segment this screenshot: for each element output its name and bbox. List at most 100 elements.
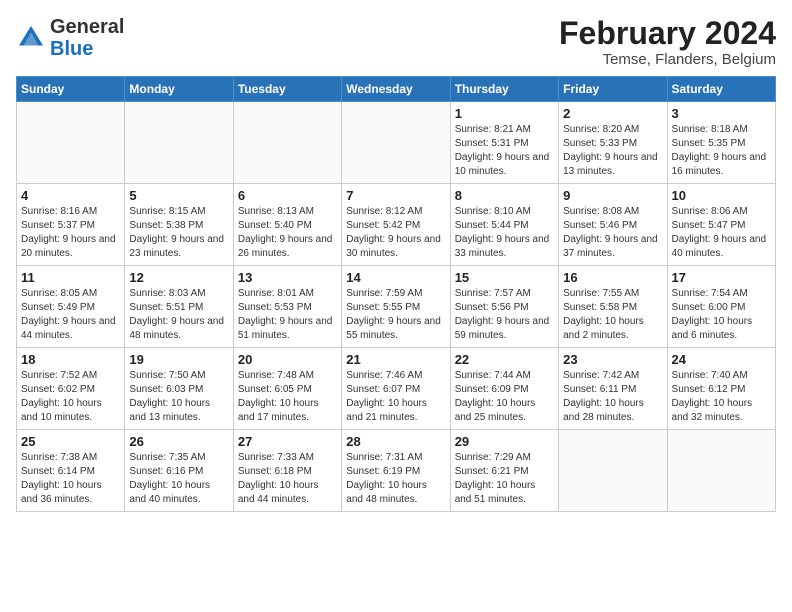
day-info: Sunrise: 8:01 AM Sunset: 5:53 PM Dayligh… xyxy=(238,287,337,343)
day-number: 25 xyxy=(21,434,120,449)
calendar-cell: 14Sunrise: 7:59 AM Sunset: 5:55 PM Dayli… xyxy=(342,266,450,348)
calendar-cell xyxy=(17,102,125,184)
logo: General Blue xyxy=(16,16,124,60)
calendar-cell: 20 Sunrise: 7:48 AM Sunset: 6:05 PM Dayli… xyxy=(233,348,341,430)
day-info: Sunrise: 7:31 AM Sunset: 6:19 PM Dayligh… xyxy=(346,451,445,507)
day-number: 3 xyxy=(672,106,771,121)
day-number: 27 xyxy=(238,434,337,449)
day-info: Sunrise: 8:18 AM Sunset: 5:35 PM Dayligh… xyxy=(672,123,771,179)
calendar-cell: 6Sunrise: 8:13 AM Sunset: 5:40 PM Daylig… xyxy=(233,184,341,266)
calendar-cell: 27 Sunrise: 7:33 AM Sunset: 6:18 PM Dayli… xyxy=(233,430,341,512)
calendar-cell: 16Sunrise: 7:55 AM Sunset: 5:58 PM Dayli… xyxy=(559,266,667,348)
day-number: 6 xyxy=(238,188,337,203)
day-info: Sunrise: 7:40 AM Sunset: 6:12 PM Dayligh… xyxy=(672,369,771,425)
day-number: 19 xyxy=(129,352,228,367)
day-number: 7 xyxy=(346,188,445,203)
calendar-cell: 11 Sunrise: 8:05 AM Sunset: 5:49 PM Dayli… xyxy=(17,266,125,348)
calendar-cell: 26 Sunrise: 7:35 AM Sunset: 6:16 PM Dayli… xyxy=(125,430,233,512)
day-number: 12 xyxy=(129,270,228,285)
day-number: 29 xyxy=(455,434,554,449)
weekday-header-row: SundayMondayTuesdayWednesdayThursdayFrid… xyxy=(17,77,776,102)
day-info: Sunrise: 7:54 AM Sunset: 6:00 PM Dayligh… xyxy=(672,287,771,343)
day-info: Sunrise: 7:46 AM Sunset: 6:07 PM Dayligh… xyxy=(346,369,445,425)
calendar-cell: 8 Sunrise: 8:10 AM Sunset: 5:44 PM Daylig… xyxy=(450,184,558,266)
day-number: 5 xyxy=(129,188,228,203)
calendar-cell: 13 Sunrise: 8:01 AM Sunset: 5:53 PM Dayli… xyxy=(233,266,341,348)
calendar: SundayMondayTuesdayWednesdayThursdayFrid… xyxy=(16,76,776,512)
day-info: Sunrise: 8:10 AM Sunset: 5:44 PM Dayligh… xyxy=(455,205,554,261)
header: General Blue February 2024 Temse, Flande… xyxy=(16,16,776,68)
day-info: Sunrise: 7:52 AM Sunset: 6:02 PM Dayligh… xyxy=(21,369,120,425)
day-info: Sunrise: 8:03 AM Sunset: 5:51 PM Dayligh… xyxy=(129,287,228,343)
calendar-cell: 19 Sunrise: 7:50 AM Sunset: 6:03 PM Dayli… xyxy=(125,348,233,430)
day-info: Sunrise: 7:59 AM Sunset: 5:55 PM Dayligh… xyxy=(346,287,445,343)
logo-icon xyxy=(16,23,46,53)
day-info: Sunrise: 7:35 AM Sunset: 6:16 PM Dayligh… xyxy=(129,451,228,507)
calendar-cell: 18Sunrise: 7:52 AM Sunset: 6:02 PM Dayli… xyxy=(17,348,125,430)
day-number: 20 xyxy=(238,352,337,367)
day-number: 11 xyxy=(21,270,120,285)
calendar-cell: 3 Sunrise: 8:18 AM Sunset: 5:35 PM Daylig… xyxy=(667,102,775,184)
calendar-cell: 25 Sunrise: 7:38 AM Sunset: 6:14 PM Dayli… xyxy=(17,430,125,512)
day-number: 26 xyxy=(129,434,228,449)
calendar-cell: 24 Sunrise: 7:40 AM Sunset: 6:12 PM Dayli… xyxy=(667,348,775,430)
logo-general: General xyxy=(50,16,124,38)
day-number: 13 xyxy=(238,270,337,285)
weekday-header-monday: Monday xyxy=(125,77,233,102)
logo-blue: Blue xyxy=(50,38,124,60)
calendar-week-2: 4Sunrise: 8:16 AM Sunset: 5:37 PM Daylig… xyxy=(17,184,776,266)
day-number: 17 xyxy=(672,270,771,285)
day-number: 21 xyxy=(346,352,445,367)
calendar-cell: 7 Sunrise: 8:12 AM Sunset: 5:42 PM Daylig… xyxy=(342,184,450,266)
calendar-cell: 17 Sunrise: 7:54 AM Sunset: 6:00 PM Dayli… xyxy=(667,266,775,348)
calendar-week-4: 18Sunrise: 7:52 AM Sunset: 6:02 PM Dayli… xyxy=(17,348,776,430)
calendar-cell: 21 Sunrise: 7:46 AM Sunset: 6:07 PM Dayli… xyxy=(342,348,450,430)
day-info: Sunrise: 7:50 AM Sunset: 6:03 PM Dayligh… xyxy=(129,369,228,425)
day-info: Sunrise: 8:12 AM Sunset: 5:42 PM Dayligh… xyxy=(346,205,445,261)
calendar-cell: 9 Sunrise: 8:08 AM Sunset: 5:46 PM Daylig… xyxy=(559,184,667,266)
day-info: Sunrise: 7:38 AM Sunset: 6:14 PM Dayligh… xyxy=(21,451,120,507)
day-number: 24 xyxy=(672,352,771,367)
calendar-week-3: 11 Sunrise: 8:05 AM Sunset: 5:49 PM Dayli… xyxy=(17,266,776,348)
calendar-cell: 12 Sunrise: 8:03 AM Sunset: 5:51 PM Dayli… xyxy=(125,266,233,348)
page-title: February 2024 xyxy=(559,16,776,51)
day-number: 9 xyxy=(563,188,662,203)
day-info: Sunrise: 7:29 AM Sunset: 6:21 PM Dayligh… xyxy=(455,451,554,507)
day-info: Sunrise: 8:16 AM Sunset: 5:37 PM Dayligh… xyxy=(21,205,120,261)
day-info: Sunrise: 7:55 AM Sunset: 5:58 PM Dayligh… xyxy=(563,287,662,343)
day-info: Sunrise: 8:06 AM Sunset: 5:47 PM Dayligh… xyxy=(672,205,771,261)
calendar-cell: 5Sunrise: 8:15 AM Sunset: 5:38 PM Daylig… xyxy=(125,184,233,266)
calendar-cell xyxy=(667,430,775,512)
weekday-header-saturday: Saturday xyxy=(667,77,775,102)
day-number: 1 xyxy=(455,106,554,121)
calendar-cell: 1 Sunrise: 8:21 AM Sunset: 5:31 PM Daylig… xyxy=(450,102,558,184)
calendar-cell: 15 Sunrise: 7:57 AM Sunset: 5:56 PM Dayli… xyxy=(450,266,558,348)
calendar-cell xyxy=(559,430,667,512)
day-number: 15 xyxy=(455,270,554,285)
page-subtitle: Temse, Flanders, Belgium xyxy=(559,51,776,68)
logo-text: General Blue xyxy=(50,16,124,60)
day-number: 28 xyxy=(346,434,445,449)
day-info: Sunrise: 8:20 AM Sunset: 5:33 PM Dayligh… xyxy=(563,123,662,179)
day-number: 10 xyxy=(672,188,771,203)
calendar-cell xyxy=(233,102,341,184)
day-info: Sunrise: 7:42 AM Sunset: 6:11 PM Dayligh… xyxy=(563,369,662,425)
calendar-week-5: 25 Sunrise: 7:38 AM Sunset: 6:14 PM Dayli… xyxy=(17,430,776,512)
day-info: Sunrise: 8:21 AM Sunset: 5:31 PM Dayligh… xyxy=(455,123,554,179)
calendar-cell: 2Sunrise: 8:20 AM Sunset: 5:33 PM Daylig… xyxy=(559,102,667,184)
day-info: Sunrise: 7:48 AM Sunset: 6:05 PM Dayligh… xyxy=(238,369,337,425)
day-info: Sunrise: 7:44 AM Sunset: 6:09 PM Dayligh… xyxy=(455,369,554,425)
weekday-header-sunday: Sunday xyxy=(17,77,125,102)
day-number: 8 xyxy=(455,188,554,203)
day-info: Sunrise: 8:05 AM Sunset: 5:49 PM Dayligh… xyxy=(21,287,120,343)
day-number: 22 xyxy=(455,352,554,367)
calendar-cell xyxy=(342,102,450,184)
title-block: February 2024 Temse, Flanders, Belgium xyxy=(559,16,776,68)
calendar-cell: 28 Sunrise: 7:31 AM Sunset: 6:19 PM Dayli… xyxy=(342,430,450,512)
day-info: Sunrise: 7:33 AM Sunset: 6:18 PM Dayligh… xyxy=(238,451,337,507)
day-info: Sunrise: 8:08 AM Sunset: 5:46 PM Dayligh… xyxy=(563,205,662,261)
calendar-week-1: 1 Sunrise: 8:21 AM Sunset: 5:31 PM Daylig… xyxy=(17,102,776,184)
day-info: Sunrise: 7:57 AM Sunset: 5:56 PM Dayligh… xyxy=(455,287,554,343)
calendar-cell: 22 Sunrise: 7:44 AM Sunset: 6:09 PM Dayli… xyxy=(450,348,558,430)
calendar-cell: 4Sunrise: 8:16 AM Sunset: 5:37 PM Daylig… xyxy=(17,184,125,266)
